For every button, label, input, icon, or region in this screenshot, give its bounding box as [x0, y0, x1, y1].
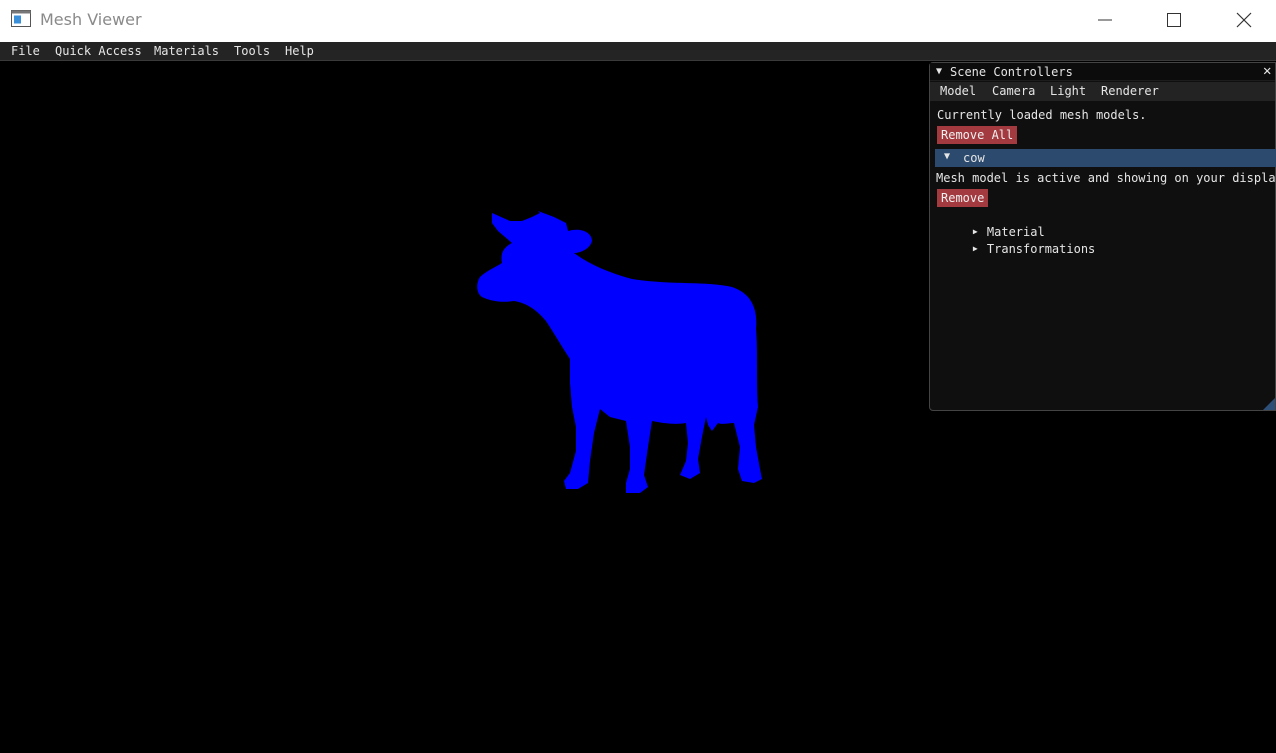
- menu-materials[interactable]: Materials: [154, 44, 219, 58]
- tab-model[interactable]: Model: [940, 84, 976, 98]
- menu-quick-access[interactable]: Quick Access: [55, 44, 142, 58]
- triangle-down-icon[interactable]: ▼: [936, 66, 942, 77]
- close-icon[interactable]: ✕: [1263, 64, 1271, 78]
- tab-light[interactable]: Light: [1050, 84, 1086, 98]
- model-tree-node-cow[interactable]: ▼ cow: [935, 149, 1276, 167]
- window-titlebar: Mesh Viewer: [0, 0, 1276, 42]
- transformations-label: Transformations: [986, 242, 1096, 256]
- triangle-down-icon: ▼: [944, 151, 951, 162]
- minimize-icon: [1098, 19, 1112, 21]
- maximize-icon: [1167, 13, 1181, 27]
- model-name: cow: [963, 151, 985, 165]
- resize-grip-icon[interactable]: [1263, 398, 1275, 410]
- panel-titlebar[interactable]: ▼ Scene Controllers ✕: [930, 63, 1275, 81]
- panel-title: Scene Controllers: [950, 65, 1073, 79]
- menu-tools[interactable]: Tools: [234, 44, 270, 58]
- scene-controllers-panel: ▼ Scene Controllers ✕ Model Camera Light…: [929, 62, 1276, 411]
- loaded-models-text: Currently loaded mesh models.: [937, 108, 1147, 122]
- panel-tabs: Model Camera Light Renderer: [930, 82, 1275, 101]
- close-window-button[interactable]: [1221, 0, 1267, 40]
- triangle-right-icon: ▶: [972, 244, 978, 253]
- close-icon: [1236, 12, 1252, 28]
- window-title: Mesh Viewer: [40, 10, 142, 29]
- tab-renderer[interactable]: Renderer: [1101, 84, 1159, 98]
- maximize-button[interactable]: [1151, 0, 1197, 40]
- tab-camera[interactable]: Camera: [992, 84, 1035, 98]
- remove-model-button[interactable]: Remove: [937, 189, 989, 207]
- minimize-button[interactable]: [1082, 0, 1128, 40]
- cow-mesh-model: [477, 211, 762, 493]
- app-window-icon: [11, 10, 31, 27]
- remove-all-button[interactable]: Remove All: [937, 126, 1018, 144]
- main-menubar: File Quick Access Materials Tools Help: [0, 42, 1276, 61]
- menu-file[interactable]: File: [11, 44, 40, 58]
- model-status-text: Mesh model is active and showing on your…: [936, 171, 1276, 185]
- menu-help[interactable]: Help: [285, 44, 314, 58]
- transformations-tree-node[interactable]: ▶ Transformations: [944, 228, 1095, 270]
